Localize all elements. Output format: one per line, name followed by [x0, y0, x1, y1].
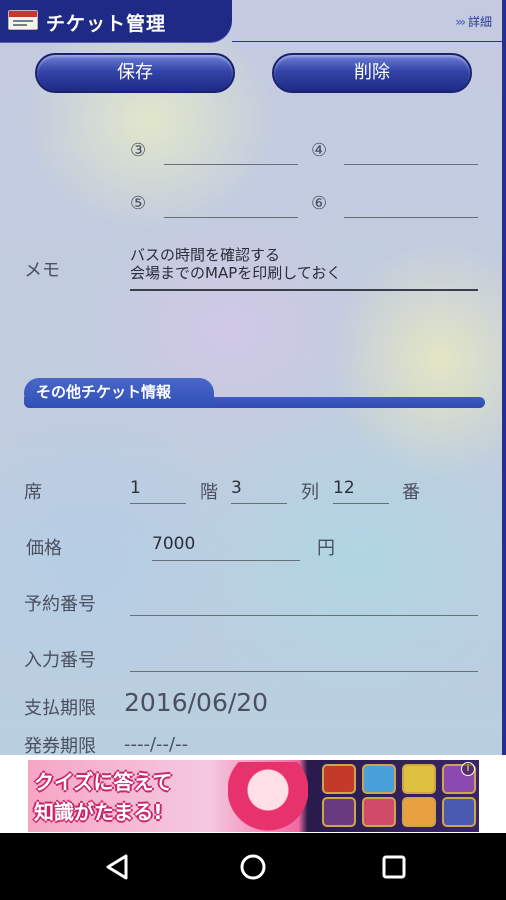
- price-unit: 円: [317, 538, 335, 559]
- system-nav-bar: [0, 833, 506, 900]
- memo-line-2: 会場までのMAPを印刷しておく: [130, 264, 342, 282]
- seat-row-field[interactable]: [231, 503, 287, 504]
- price-value: 7000: [152, 534, 196, 554]
- recent-apps-icon[interactable]: [374, 849, 414, 885]
- memo-line-1: バスの時間を確認する: [130, 246, 281, 264]
- performer-6-label: ⑥: [311, 193, 328, 214]
- entry-number-label: 入力番号: [24, 650, 96, 671]
- seat-label: 席: [24, 482, 42, 503]
- seat-floor-field[interactable]: [130, 503, 186, 504]
- memo-field[interactable]: バスの時間を確認する 会場までのMAPを印刷しておく: [130, 246, 341, 282]
- ad-info-icon[interactable]: i: [461, 762, 475, 776]
- seat-floor-unit: 階: [200, 482, 218, 503]
- ad-headline-2: 知識がたまる!: [34, 800, 163, 824]
- seat-number-unit: 番: [402, 482, 420, 503]
- ad-character-image: [228, 762, 308, 832]
- seat-row-value: 3: [231, 478, 242, 498]
- seat-number-field[interactable]: [333, 503, 389, 504]
- performer-4-label: ④: [311, 140, 328, 161]
- ad-game-tiles: [316, 764, 476, 828]
- price-field[interactable]: [152, 560, 300, 561]
- reservation-number-field[interactable]: [130, 615, 478, 616]
- memo-label: メモ: [24, 260, 60, 281]
- reservation-number-label: 予約番号: [24, 594, 96, 615]
- performer-4-field[interactable]: [344, 164, 478, 165]
- payment-deadline-label: 支払期限: [24, 698, 96, 719]
- price-label: 価格: [26, 538, 62, 559]
- performer-6-field[interactable]: [344, 217, 478, 218]
- home-icon[interactable]: [233, 849, 273, 885]
- payment-deadline-value[interactable]: 2016/06/20: [124, 688, 268, 717]
- detail-link[interactable]: »› 詳細: [455, 13, 492, 30]
- app-header: チケット管理: [0, 0, 232, 42]
- issue-deadline-value[interactable]: ----/--/--: [124, 734, 188, 755]
- ticket-icon: [8, 10, 38, 30]
- memo-underline: [130, 289, 478, 291]
- detail-label: 詳細: [467, 15, 492, 29]
- ad-headline-1: クイズに答えて: [34, 770, 173, 794]
- entry-number-field[interactable]: [130, 671, 478, 672]
- back-icon[interactable]: [96, 849, 136, 885]
- delete-button[interactable]: 削除: [272, 53, 472, 93]
- seat-row-unit: 列: [301, 482, 319, 503]
- chevron-right-icon: »›: [455, 15, 466, 29]
- ad-banner[interactable]: クイズに答えて 知識がたまる! i: [28, 760, 479, 832]
- header-divider: [232, 41, 502, 42]
- performer-3-field[interactable]: [164, 164, 298, 165]
- seat-number-value: 12: [333, 478, 355, 498]
- seat-floor-value: 1: [130, 478, 141, 498]
- save-button[interactable]: 保存: [35, 53, 235, 93]
- page-title: チケット管理: [46, 13, 167, 35]
- section-header-other-info: その他チケット情報: [24, 378, 214, 408]
- performer-5-label: ⑤: [130, 193, 147, 214]
- performer-3-label: ③: [130, 140, 147, 161]
- performer-5-field[interactable]: [164, 217, 298, 218]
